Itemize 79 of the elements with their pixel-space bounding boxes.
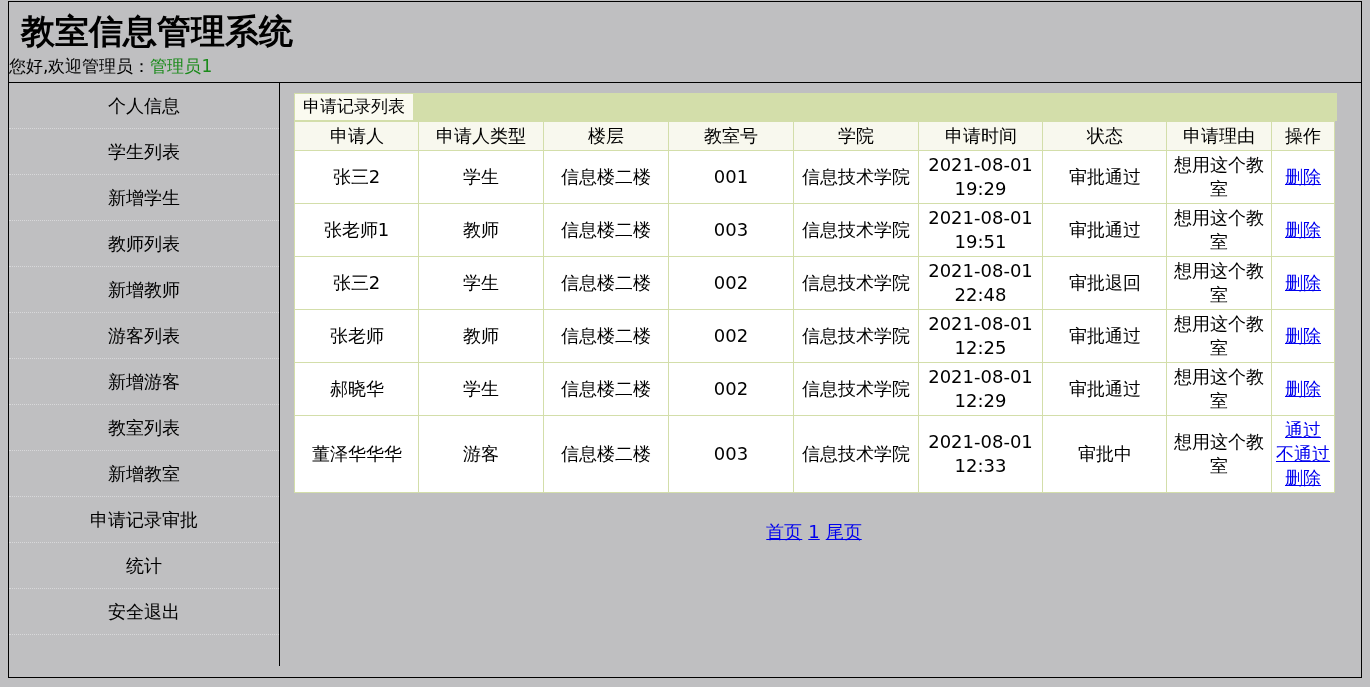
action-link[interactable]: 不通过 xyxy=(1276,442,1330,466)
table-cell: 002 xyxy=(668,362,794,416)
table-cell: 教师 xyxy=(418,309,544,363)
column-header: 操作 xyxy=(1271,121,1335,151)
table-cell: 学生 xyxy=(418,362,544,416)
table-cell: 001 xyxy=(668,150,794,204)
table-cell: 2021-08-01 19:29 xyxy=(918,150,1043,204)
table-cell: 信息楼二楼 xyxy=(543,309,669,363)
table-cell: 张三2 xyxy=(294,256,419,310)
sidebar-item[interactable]: 学生列表 xyxy=(9,129,279,175)
table-cell: 003 xyxy=(668,415,794,493)
table-cell: 想用这个教室 xyxy=(1166,150,1272,204)
sidebar-item[interactable]: 新增教室 xyxy=(9,451,279,497)
table-cell: 信息技术学院 xyxy=(793,362,919,416)
sidebar-item[interactable]: 统计 xyxy=(9,543,279,589)
table-cell: 张老师 xyxy=(294,309,419,363)
table-cell: 信息技术学院 xyxy=(793,150,919,204)
table-cell: 信息技术学院 xyxy=(793,309,919,363)
action-link[interactable]: 删除 xyxy=(1285,466,1321,490)
table-cell: 审批通过 xyxy=(1042,309,1167,363)
table-cell: 教师 xyxy=(418,203,544,257)
column-header: 申请人类型 xyxy=(418,121,544,151)
column-header: 申请时间 xyxy=(918,121,1043,151)
table-cell: 信息技术学院 xyxy=(793,415,919,493)
table-cell: 想用这个教室 xyxy=(1166,362,1272,416)
action-link[interactable]: 通过 xyxy=(1285,418,1321,442)
table-cell: 想用这个教室 xyxy=(1166,203,1272,257)
sidebar-item[interactable]: 教师列表 xyxy=(9,221,279,267)
table-cell: 信息楼二楼 xyxy=(543,362,669,416)
user-name: 管理员1 xyxy=(150,58,213,75)
table-cell: 2021-08-01 19:51 xyxy=(918,203,1043,257)
sidebar-item[interactable]: 游客列表 xyxy=(9,313,279,359)
table-cell: 想用这个教室 xyxy=(1166,415,1272,493)
table-cell: 2021-08-01 12:33 xyxy=(918,415,1043,493)
sidebar-item[interactable]: 教室列表 xyxy=(9,405,279,451)
table-cell: 张老师1 xyxy=(294,203,419,257)
greeting-text: 您好,欢迎管理员： xyxy=(9,58,151,75)
sidebar-item[interactable]: 申请记录审批 xyxy=(9,497,279,543)
page-title: 教室信息管理系统 xyxy=(21,14,293,48)
table-cell: 学生 xyxy=(418,256,544,310)
pagination-link[interactable]: 1 xyxy=(808,518,820,545)
table-cell: 002 xyxy=(668,256,794,310)
table-cell: 信息技术学院 xyxy=(793,203,919,257)
table-cell: 审批通过 xyxy=(1042,203,1167,257)
sidebar-item[interactable]: 个人信息 xyxy=(9,83,279,129)
panel-tab[interactable]: 申请记录列表 xyxy=(295,94,413,120)
table-cell: 信息楼二楼 xyxy=(543,150,669,204)
sidebar-item[interactable]: 新增学生 xyxy=(9,175,279,221)
table-cell: 董泽华华华 xyxy=(294,415,419,493)
table-cell: 审批通过 xyxy=(1042,362,1167,416)
table-cell: 2021-08-01 12:25 xyxy=(918,309,1043,363)
table-cell: 审批通过 xyxy=(1042,150,1167,204)
column-header: 申请理由 xyxy=(1166,121,1272,151)
column-header: 申请人 xyxy=(294,121,419,151)
column-header: 教室号 xyxy=(668,121,794,151)
pagination-link[interactable]: 尾页 xyxy=(825,518,862,545)
sidebar-item[interactable]: 新增游客 xyxy=(9,359,279,405)
column-header: 学院 xyxy=(793,121,919,151)
sidebar-item[interactable]: 安全退出 xyxy=(9,589,279,635)
column-header: 楼层 xyxy=(543,121,669,151)
table-cell: 信息楼二楼 xyxy=(543,415,669,493)
table-cell: 信息技术学院 xyxy=(793,256,919,310)
table-cell: 想用这个教室 xyxy=(1166,256,1272,310)
table-cell: 审批退回 xyxy=(1042,256,1167,310)
table-cell: 003 xyxy=(668,203,794,257)
sidebar-item[interactable]: 新增教师 xyxy=(9,267,279,313)
table-cell: 郝晓华 xyxy=(294,362,419,416)
table-cell: 学生 xyxy=(418,150,544,204)
table-cell: 信息楼二楼 xyxy=(543,256,669,310)
table-cell: 2021-08-01 22:48 xyxy=(918,256,1043,310)
pagination-link[interactable]: 首页 xyxy=(766,518,803,545)
table-cell: 2021-08-01 12:29 xyxy=(918,362,1043,416)
table-cell: 游客 xyxy=(418,415,544,493)
table-cell: 想用这个教室 xyxy=(1166,309,1272,363)
table-cell: 信息楼二楼 xyxy=(543,203,669,257)
table-cell: 张三2 xyxy=(294,150,419,204)
table-cell: 审批中 xyxy=(1042,415,1167,493)
column-header: 状态 xyxy=(1042,121,1167,151)
table-cell: 002 xyxy=(668,309,794,363)
